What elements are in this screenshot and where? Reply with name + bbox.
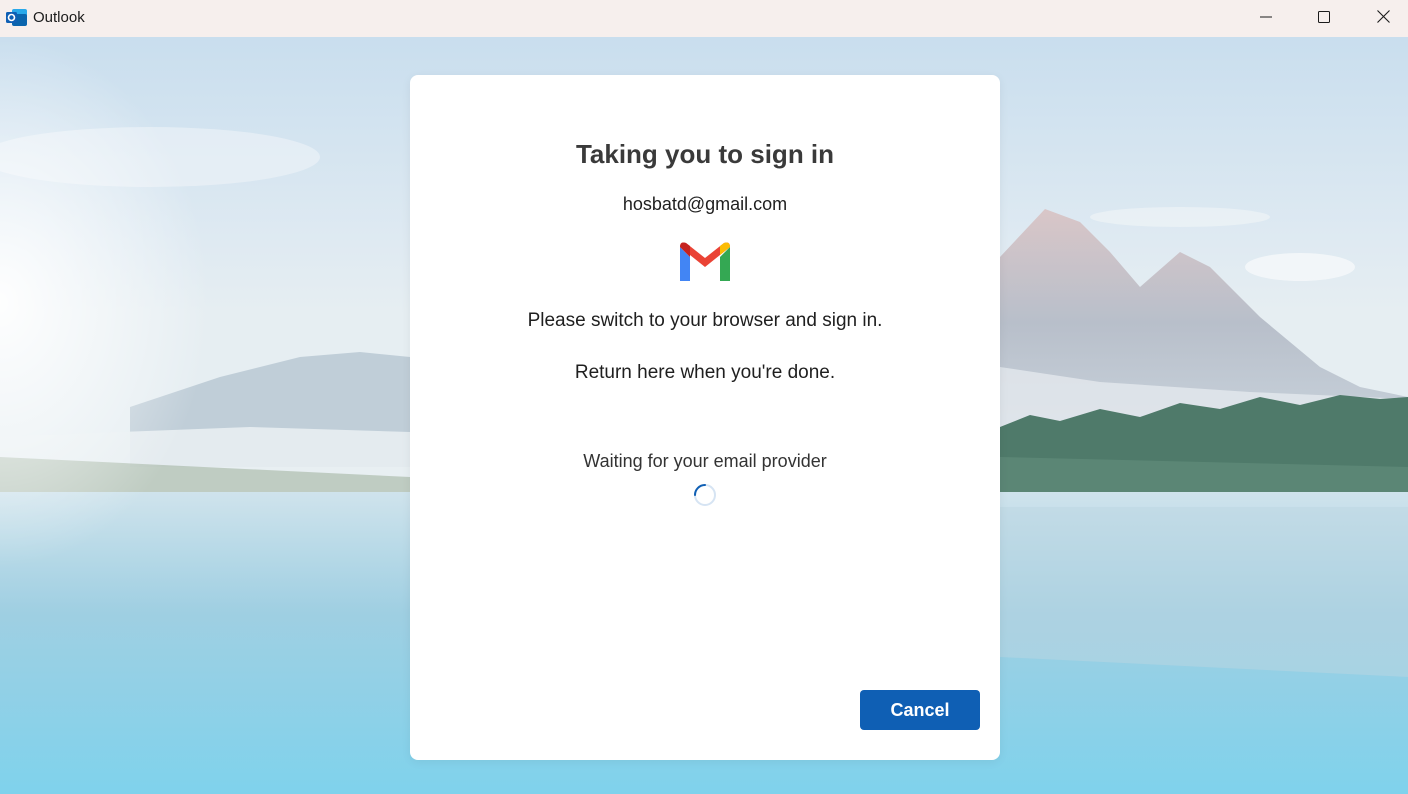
dialog-title: Taking you to sign in [575,139,835,169]
status-text: Waiting for your email provider [583,451,827,471]
close-icon [1376,9,1390,28]
spinner-icon [693,483,717,507]
outlook-icon [6,9,27,26]
sign-in-dialog: Taking you to sign in hosbatd@gmail.com … [410,75,1000,760]
title-bar: Outlook [0,0,1408,37]
maximize-icon [1318,10,1330,28]
maximize-button[interactable] [1295,0,1353,37]
account-email: hosbatd@gmail.com [622,194,788,214]
instruction-return: Return here when you're done. [574,362,836,383]
minimize-icon [1260,10,1272,28]
window-title: Outlook [33,9,85,26]
cancel-button[interactable]: Cancel [860,690,980,730]
minimize-button[interactable] [1237,0,1295,37]
gmail-logo-icon [676,241,734,283]
close-button[interactable] [1354,0,1408,37]
instruction-switch-browser: Please switch to your browser and sign i… [527,310,883,331]
